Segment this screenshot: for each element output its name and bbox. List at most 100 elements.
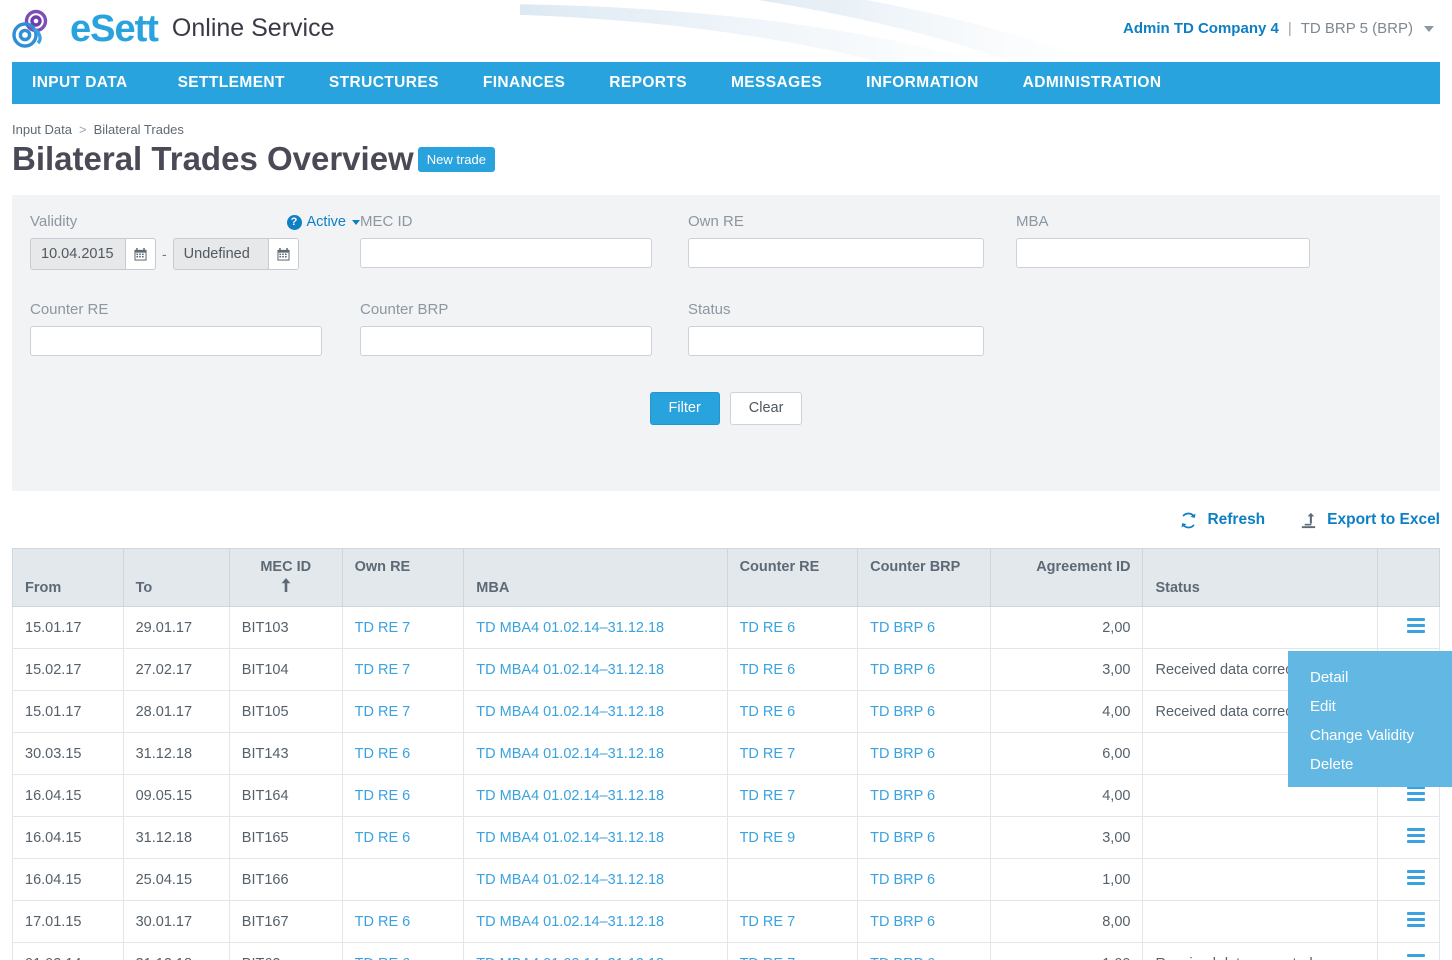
table-row[interactable]: 17.01.15 30.01.17 BIT167 TD RE 6 TD MBA4 01.… — [12, 900, 1441, 944]
cell-counter-re[interactable]: TD RE 7 — [726, 732, 859, 776]
nav-item-settlement[interactable]: SETTLEMENT — [156, 62, 307, 104]
table-row[interactable]: 15.01.17 28.01.17 BIT105 TD RE 7 TD MBA4 01.… — [12, 690, 1441, 734]
cell-counter-re[interactable] — [726, 858, 859, 902]
chevron-down-icon[interactable] — [1424, 25, 1434, 32]
user-menu[interactable]: Admin TD Company 4 | TD BRP 5 (BRP) — [1123, 20, 1434, 37]
column-header-to[interactable]: To — [122, 548, 230, 608]
cell-mba[interactable]: TD MBA4 01.02.14–31.12.18 — [463, 816, 728, 860]
cell-counter-re[interactable]: TD RE 9 — [726, 816, 859, 860]
column-header-own-re[interactable]: Own RE — [341, 548, 465, 608]
column-header-counter-brp[interactable]: Counter BRP — [857, 548, 991, 608]
cell-own-re[interactable]: TD RE 6 — [341, 900, 465, 944]
filter-button[interactable]: Filter — [649, 392, 720, 425]
cell-counter-brp[interactable]: TD BRP 6 — [857, 606, 991, 650]
counter-brp-input[interactable] — [360, 326, 652, 357]
mba-input[interactable] — [1016, 238, 1310, 269]
row-menu-icon[interactable] — [1407, 618, 1425, 634]
nav-item-reports[interactable]: REPORTS — [587, 62, 709, 104]
cell-own-re[interactable]: TD RE 6 — [341, 774, 465, 818]
user-separator: | — [1287, 20, 1292, 37]
calendar-icon[interactable] — [267, 239, 298, 270]
context-menu-item-detail[interactable]: Detail — [1288, 663, 1452, 692]
table-row[interactable]: 16.04.15 31.12.18 BIT165 TD RE 6 TD MBA4 01.… — [12, 816, 1441, 860]
row-menu-icon[interactable] — [1407, 954, 1425, 960]
table-row[interactable]: 15.02.17 27.02.17 BIT104 TD RE 7 TD MBA4 01.… — [12, 648, 1441, 692]
validity-from-field[interactable]: 10.04.2015 — [30, 238, 156, 271]
nav-item-structures[interactable]: STRUCTURES — [307, 62, 461, 104]
clear-button[interactable]: Clear — [729, 392, 803, 425]
cell-counter-brp[interactable]: TD BRP 6 — [857, 816, 991, 860]
row-menu-icon[interactable] — [1407, 828, 1425, 844]
nav-item-finances[interactable]: FINANCES — [461, 62, 587, 104]
export-to-excel-button[interactable]: Export to Excel — [1299, 511, 1440, 530]
breadcrumb-current[interactable]: Bilateral Trades — [94, 122, 184, 137]
cell-counter-re[interactable]: TD RE 6 — [726, 606, 859, 650]
status-input[interactable] — [688, 326, 984, 357]
cell-mba[interactable]: TD MBA4 01.02.14–31.12.18 — [463, 858, 728, 902]
breadcrumb-root[interactable]: Input Data — [12, 122, 72, 137]
row-menu-icon[interactable] — [1407, 912, 1425, 928]
nav-item-messages[interactable]: MESSAGES — [709, 62, 844, 104]
mec-id-input[interactable] — [360, 238, 652, 269]
validity-to-field[interactable]: Undefined — [172, 238, 299, 271]
column-header-counter-re[interactable]: Counter RE — [726, 548, 859, 608]
cell-mba[interactable]: TD MBA4 01.02.14–31.12.18 — [463, 900, 728, 944]
row-menu-icon[interactable] — [1407, 786, 1425, 802]
cell-counter-re[interactable]: TD RE 6 — [726, 648, 859, 692]
own-re-input[interactable] — [688, 238, 984, 269]
cell-from: 16.04.15 — [12, 816, 124, 860]
cell-counter-brp[interactable]: TD BRP 6 — [857, 648, 991, 692]
row-menu-icon[interactable] — [1407, 870, 1425, 886]
chevron-down-icon[interactable] — [352, 219, 360, 225]
column-header-status[interactable]: Status — [1142, 548, 1378, 608]
cell-mba[interactable]: TD MBA4 01.02.14–31.12.18 — [463, 606, 728, 650]
context-menu-item-delete[interactable]: Delete — [1288, 750, 1452, 779]
counter-re-input[interactable] — [30, 326, 322, 357]
cell-counter-re[interactable]: TD RE 7 — [726, 900, 859, 944]
table-row[interactable]: 01.02.1431.12.18BIT62TD RE 6TD MBA4 01.0… — [12, 942, 1441, 960]
cell-mba[interactable]: TD MBA4 01.02.14–31.12.18 — [463, 690, 728, 734]
cell-own-re[interactable]: TD RE 6 — [341, 942, 465, 960]
cell-own-re[interactable]: TD RE 7 — [341, 606, 465, 650]
cell-own-re[interactable]: TD RE 6 — [341, 732, 465, 776]
column-header-mba[interactable]: MBA — [463, 548, 728, 608]
cell-own-re[interactable] — [341, 858, 465, 902]
cell-counter-re[interactable]: TD RE 7 — [726, 942, 859, 960]
cell-mba[interactable]: TD MBA4 01.02.14–31.12.18 — [463, 942, 728, 960]
cell-counter-brp[interactable]: TD BRP 6 — [857, 942, 991, 960]
cell-counter-brp[interactable]: TD BRP 6 — [857, 690, 991, 734]
nav-item-information[interactable]: INFORMATION — [844, 62, 1001, 104]
cell-mba[interactable]: TD MBA4 01.02.14–31.12.18 — [463, 774, 728, 818]
help-icon[interactable]: ? — [286, 214, 302, 230]
table-row[interactable]: 16.04.15 09.05.15 BIT164 TD RE 6 TD MBA4 01.… — [12, 774, 1441, 818]
refresh-button[interactable]: Refresh — [1179, 511, 1265, 530]
table-row[interactable]: 30.03.15 31.12.18 BIT143 TD RE 6 TD MBA4 01.… — [12, 732, 1441, 776]
column-header-from[interactable]: From — [12, 548, 124, 608]
cell-counter-re[interactable]: TD RE 6 — [726, 690, 859, 734]
cell-own-re[interactable]: TD RE 6 — [341, 816, 465, 860]
title-row: Bilateral Trades Overview New trade — [12, 140, 1452, 177]
cell-own-re[interactable]: TD RE 7 — [341, 690, 465, 734]
brand-area[interactable]: eSett Online Service — [12, 8, 335, 50]
cell-agreement-id: 4,00 — [989, 690, 1144, 734]
nav-item-input-data[interactable]: INPUT DATA — [32, 62, 156, 104]
cell-mba[interactable]: TD MBA4 01.02.14–31.12.18 — [463, 648, 728, 692]
table-row[interactable]: 16.04.15 25.04.15 BIT166 TD MBA4 01.02.14–3… — [12, 858, 1441, 902]
cell-counter-re[interactable]: TD RE 7 — [726, 774, 859, 818]
column-header-mec-id[interactable]: MEC ID — [228, 548, 343, 608]
cell-to: 28.01.17 — [122, 690, 230, 734]
nav-item-administration[interactable]: ADMINISTRATION — [1001, 62, 1184, 104]
column-header-agreement-id[interactable]: Agreement ID — [989, 548, 1144, 608]
cell-counter-brp[interactable]: TD BRP 6 — [857, 732, 991, 776]
new-trade-button[interactable]: New trade — [417, 147, 495, 173]
calendar-icon[interactable] — [125, 239, 155, 270]
cell-counter-brp[interactable]: TD BRP 6 — [857, 774, 991, 818]
cell-counter-brp[interactable]: TD BRP 6 — [857, 858, 991, 902]
context-menu-item-change-validity[interactable]: Change Validity — [1288, 721, 1452, 750]
cell-mba[interactable]: TD MBA4 01.02.14–31.12.18 — [463, 732, 728, 776]
context-menu-item-edit[interactable]: Edit — [1288, 692, 1452, 721]
table-row[interactable]: 15.01.17 29.01.17 BIT103 TD RE 7 TD MBA4 01.… — [12, 606, 1441, 650]
cell-own-re[interactable]: TD RE 7 — [341, 648, 465, 692]
validity-active-toggle[interactable]: ? Active — [286, 214, 360, 230]
cell-counter-brp[interactable]: TD BRP 6 — [857, 900, 991, 944]
